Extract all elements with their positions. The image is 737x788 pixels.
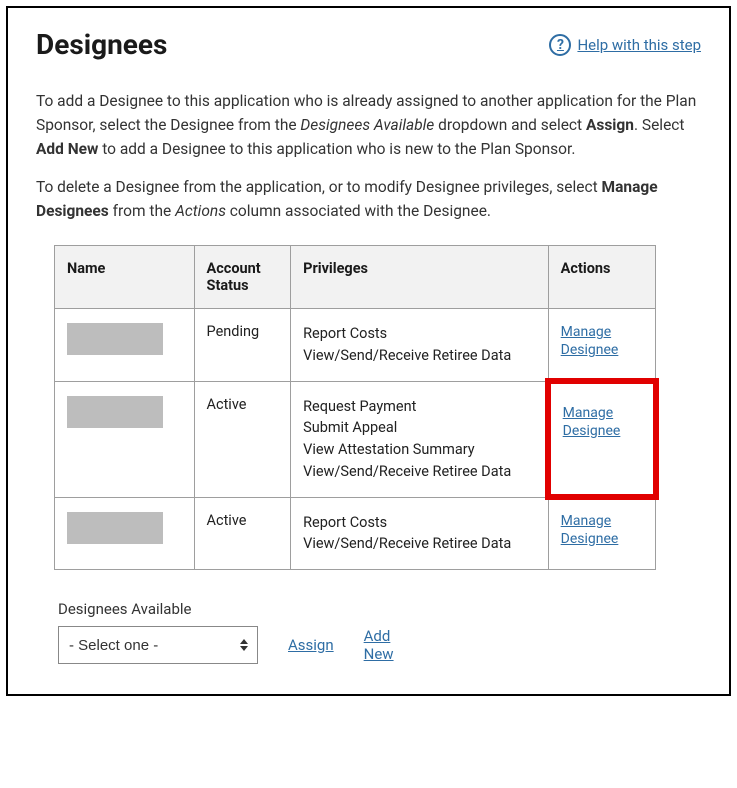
assign-button[interactable]: Assign <box>288 636 334 654</box>
cell-status: Active <box>194 381 291 497</box>
help-icon: ? <box>549 34 571 56</box>
redacted-name <box>67 323 163 355</box>
cell-privileges: Report Costs View/Send/Receive Retiree D… <box>291 497 549 570</box>
intro-text: To add a Designee to this application wh… <box>36 89 701 223</box>
manage-designee-link[interactable]: Manage Designee <box>563 404 641 440</box>
col-header-name: Name <box>55 246 195 309</box>
cell-privileges: Report Costs View/Send/Receive Retiree D… <box>291 309 549 382</box>
help-label: Help with this step <box>577 36 701 54</box>
header-row: Designees ? Help with this step <box>36 28 701 61</box>
intro-paragraph-2: To delete a Designee from the applicatio… <box>36 175 701 223</box>
cell-actions-highlighted: Manage Designee <box>548 381 655 497</box>
intro-paragraph-1: To add a Designee to this application wh… <box>36 89 701 161</box>
cell-status: Active <box>194 497 291 570</box>
table-row: Pending Report Costs View/Send/Receive R… <box>55 309 656 382</box>
cell-name <box>55 309 195 382</box>
bottom-controls: Designees Available - Select one - Assig… <box>58 600 701 664</box>
privileges-list: Report Costs View/Send/Receive Retiree D… <box>303 323 536 367</box>
manage-designee-link[interactable]: Manage Designee <box>561 323 643 359</box>
table-header-row: Name Account Status Privileges Actions <box>55 246 656 309</box>
help-link[interactable]: ? Help with this step <box>549 34 701 56</box>
designees-available-label: Designees Available <box>58 600 701 618</box>
cell-name <box>55 381 195 497</box>
designees-select-wrap: - Select one - <box>58 626 258 664</box>
bottom-action-row: - Select one - Assign Add New <box>58 626 701 664</box>
col-header-status: Account Status <box>194 246 291 309</box>
cell-actions: Manage Designee <box>548 309 655 382</box>
page-title: Designees <box>36 28 167 61</box>
designees-panel: Designees ? Help with this step To add a… <box>6 6 731 696</box>
col-header-privileges: Privileges <box>291 246 549 309</box>
cell-status: Pending <box>194 309 291 382</box>
col-header-actions: Actions <box>548 246 655 309</box>
cell-privileges: Request Payment Submit Appeal View Attes… <box>291 381 549 497</box>
privileges-list: Request Payment Submit Appeal View Attes… <box>303 396 536 483</box>
designees-table: Name Account Status Privileges Actions P… <box>54 245 656 570</box>
cell-name <box>55 497 195 570</box>
redacted-name <box>67 396 163 428</box>
table-row: Active Request Payment Submit Appeal Vie… <box>55 381 656 497</box>
redacted-name <box>67 512 163 544</box>
table-row: Active Report Costs View/Send/Receive Re… <box>55 497 656 570</box>
designees-available-select[interactable]: - Select one - <box>58 626 258 664</box>
add-new-button[interactable]: Add New <box>364 627 404 663</box>
cell-actions: Manage Designee <box>548 497 655 570</box>
designees-table-wrap: Name Account Status Privileges Actions P… <box>54 245 656 570</box>
privileges-list: Report Costs View/Send/Receive Retiree D… <box>303 512 536 556</box>
manage-designee-link[interactable]: Manage Designee <box>561 512 643 548</box>
